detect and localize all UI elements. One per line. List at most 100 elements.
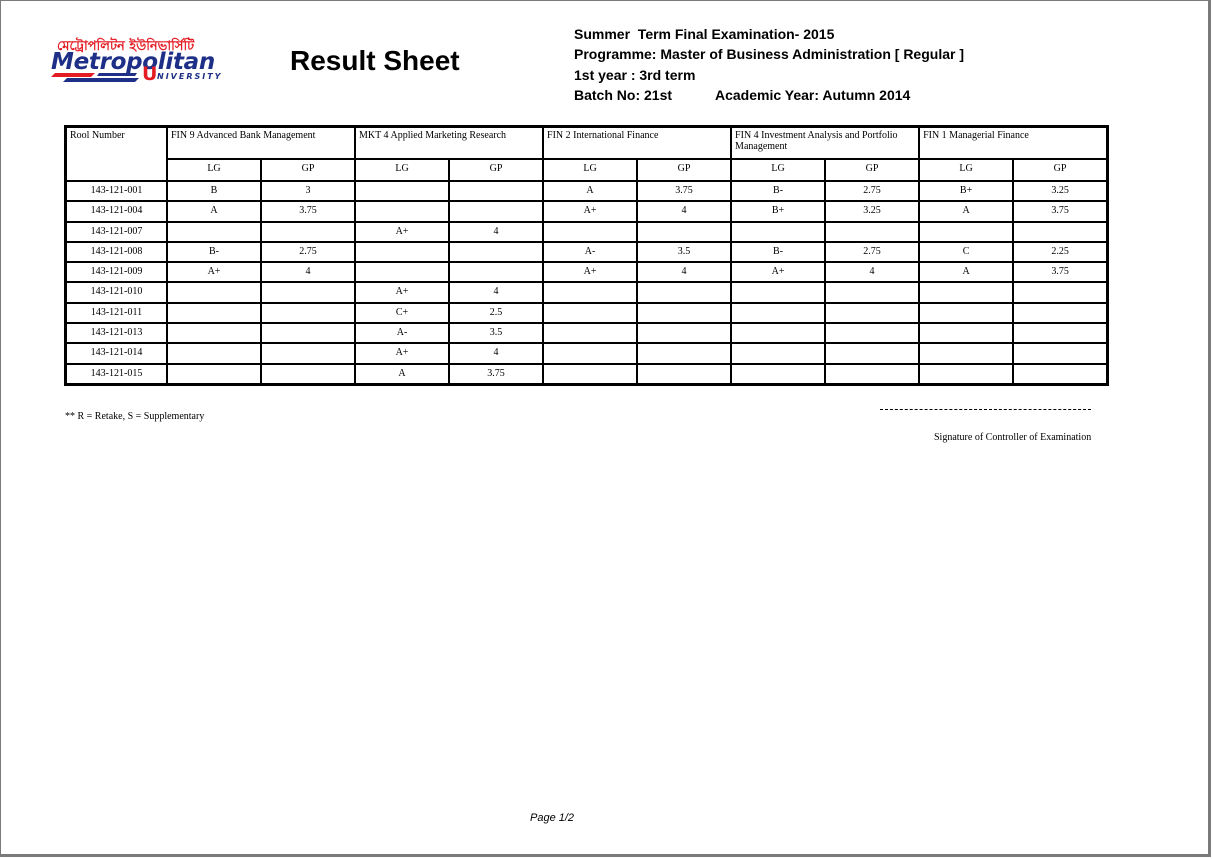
letter-grade-cell [543,363,638,384]
signature-line [880,409,1091,410]
table-row: 143-121-009 A+ 4 A+ 4 A+ 4 A 3.75 [66,262,1108,283]
result-table-body: Rool Number FIN 9 Advanced Bank Manageme… [66,127,1108,384]
letter-grade-cell [543,221,638,242]
letter-grade-cell: A [919,262,1014,283]
grade-point-cell [261,323,356,344]
university-logo: মেট্রোপলিটন ইউনিভার্সিটি Metropolitan U … [49,37,249,87]
letter-grade-cell: A+ [543,262,638,283]
letter-grade-cell [543,343,638,364]
grade-point-cell: 4 [637,262,732,283]
letter-grade-cell: B+ [731,201,826,222]
roll-number-cell: 143-121-015 [66,363,167,384]
letter-grade-cell [731,343,826,364]
exam-title: Summer Term Final Examination- 2015 [574,26,835,42]
grade-point-cell [637,282,732,303]
roll-number-cell: 143-121-001 [66,181,167,202]
grade-point-cell [637,323,732,344]
letter-grade-cell [355,262,450,283]
roll-number-header: Rool Number [66,127,167,181]
grade-point-cell: 4 [825,262,920,283]
grade-point-cell [825,363,920,384]
grade-point-cell: 3.75 [261,201,356,222]
letter-grade-cell: A+ [355,221,450,242]
letter-grade-cell: A+ [731,262,826,283]
grade-point-cell: 3.5 [449,323,544,344]
grade-point-cell: 4 [637,201,732,222]
grade-point-cell [1013,221,1108,242]
grade-point-cell: 3.5 [637,241,732,263]
letter-grade-cell: A+ [355,282,450,303]
table-row: 143-121-001 B 3 A 3.75 B- 2.75 B+ 3.25 [66,181,1108,202]
grade-point-cell [449,241,544,263]
letter-grade-cell [355,201,450,222]
letter-grade-cell [167,221,261,242]
letter-grade-cell: A [355,363,450,384]
grade-point-cell: 2.75 [825,181,920,202]
grade-point-cell [637,343,732,364]
grade-point-cell: 3.75 [449,363,544,384]
gp-header: GP [261,159,356,181]
academic-year-text: Academic Year: Autumn 2014 [715,87,911,103]
letter-grade-cell: A- [355,323,450,344]
letter-grade-cell: B- [731,181,826,202]
letter-grade-cell [543,282,638,303]
legend-note: ** R = Retake, S = Supplementary [65,411,205,422]
grade-point-cell: 2.75 [261,241,356,263]
grade-point-cell [261,302,356,324]
table-row: 143-121-008 B- 2.75 A- 3.5 B- 2.75 C 2.25 [66,241,1108,263]
roll-number-cell: 143-121-014 [66,343,167,364]
grade-point-cell: 4 [449,343,544,364]
roll-number-cell: 143-121-009 [66,262,167,283]
letter-grade-cell: A+ [167,262,261,283]
grade-point-cell [825,343,920,364]
grade-point-cell [261,221,356,242]
letter-grade-cell [919,282,1014,303]
letter-grade-cell: A+ [355,343,450,364]
lg-header: LG [543,159,638,181]
letter-grade-cell [355,241,450,263]
grade-point-cell: 3.25 [1013,181,1108,202]
grade-point-cell [825,282,920,303]
grade-point-cell [1013,323,1108,344]
letter-grade-cell [731,323,826,344]
roll-number-cell: 143-121-011 [66,302,167,324]
letter-grade-cell [543,323,638,344]
letter-grade-cell [167,282,261,303]
course-header: FIN 2 International Finance [543,127,732,159]
course-header-row: Rool Number FIN 9 Advanced Bank Manageme… [66,127,1108,181]
lg-header: LG [167,159,261,181]
gp-header: GP [449,159,544,181]
grade-point-cell: 2.75 [825,241,920,263]
grade-point-cell: 3 [261,181,356,202]
grade-point-cell [637,363,732,384]
course-header: FIN 1 Managerial Finance [919,127,1108,159]
course-header: MKT 4 Applied Marketing Research [355,127,544,159]
table-row: 143-121-010 A+ 4 [66,282,1108,303]
grade-header-row: LG GP LG GP LG GP LG GP LG GP [66,159,1108,181]
grade-point-cell: 4 [449,282,544,303]
grade-point-cell [825,302,920,324]
year-term-text: 1st year : 3rd term [574,67,696,83]
result-table: Rool Number FIN 9 Advanced Bank Manageme… [64,125,1110,386]
grade-point-cell [825,323,920,344]
letter-grade-cell [167,302,261,324]
letter-grade-cell [167,363,261,384]
roll-number-cell: 143-121-008 [66,241,167,263]
letter-grade-cell [543,302,638,324]
roll-number-cell: 143-121-007 [66,221,167,242]
table-row: 143-121-015 A 3.75 [66,363,1108,384]
letter-grade-cell [167,323,261,344]
grade-point-cell [637,302,732,324]
lg-header: LG [355,159,450,181]
letter-grade-cell: A+ [543,201,638,222]
letter-grade-cell: B+ [919,181,1014,202]
document-page: মেট্রোপলিটন ইউনিভার্সিটি Metropolitan U … [0,0,1211,857]
logo-stripes-icon [51,73,139,82]
grade-point-cell [449,262,544,283]
letter-grade-cell [167,343,261,364]
page-number: Page 1/2 [530,812,575,824]
letter-grade-cell [731,363,826,384]
roll-number-cell: 143-121-010 [66,282,167,303]
logo-university-text: NIVERSITY [157,72,223,81]
signature-label: Signature of Controller of Examination [934,432,1092,443]
